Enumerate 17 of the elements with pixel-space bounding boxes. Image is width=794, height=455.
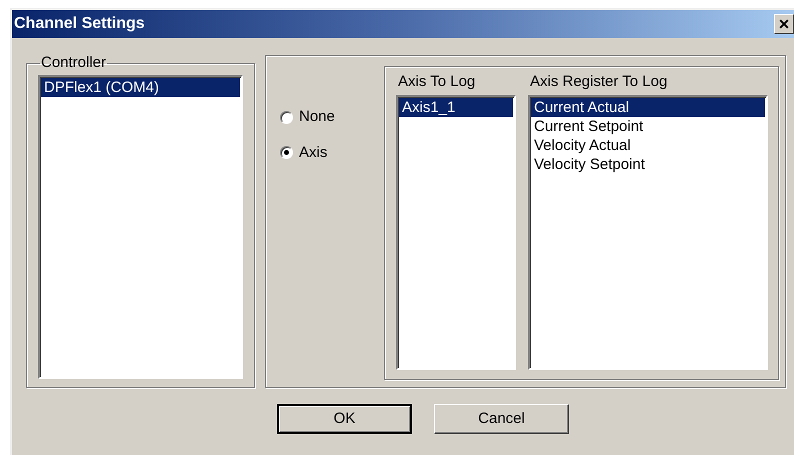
radio-icon[interactable] <box>280 146 293 160</box>
close-button[interactable]: × <box>774 14 794 34</box>
radio-option[interactable]: None <box>280 106 384 128</box>
group-label: Controller <box>40 53 108 73</box>
radio-option[interactable]: Axis <box>280 142 384 164</box>
dialog-button[interactable]: OK <box>277 404 412 434</box>
column-label: Axis Register To Log <box>530 72 668 92</box>
list-item[interactable]: Current Actual <box>531 98 765 117</box>
dialog-button[interactable]: Cancel <box>434 404 569 434</box>
list-item[interactable]: Velocity Setpoint <box>531 155 765 174</box>
list-item[interactable]: Axis1_1 <box>399 98 513 117</box>
column-label: Axis To Log <box>398 72 476 92</box>
list-item[interactable]: DPFlex1 (COM4) <box>41 78 240 96</box>
window-title: Channel Settings <box>14 14 145 34</box>
list-item[interactable]: Current Setpoint <box>531 117 765 136</box>
list-item[interactable]: Velocity Actual <box>531 136 765 155</box>
radio-icon[interactable] <box>280 110 293 124</box>
